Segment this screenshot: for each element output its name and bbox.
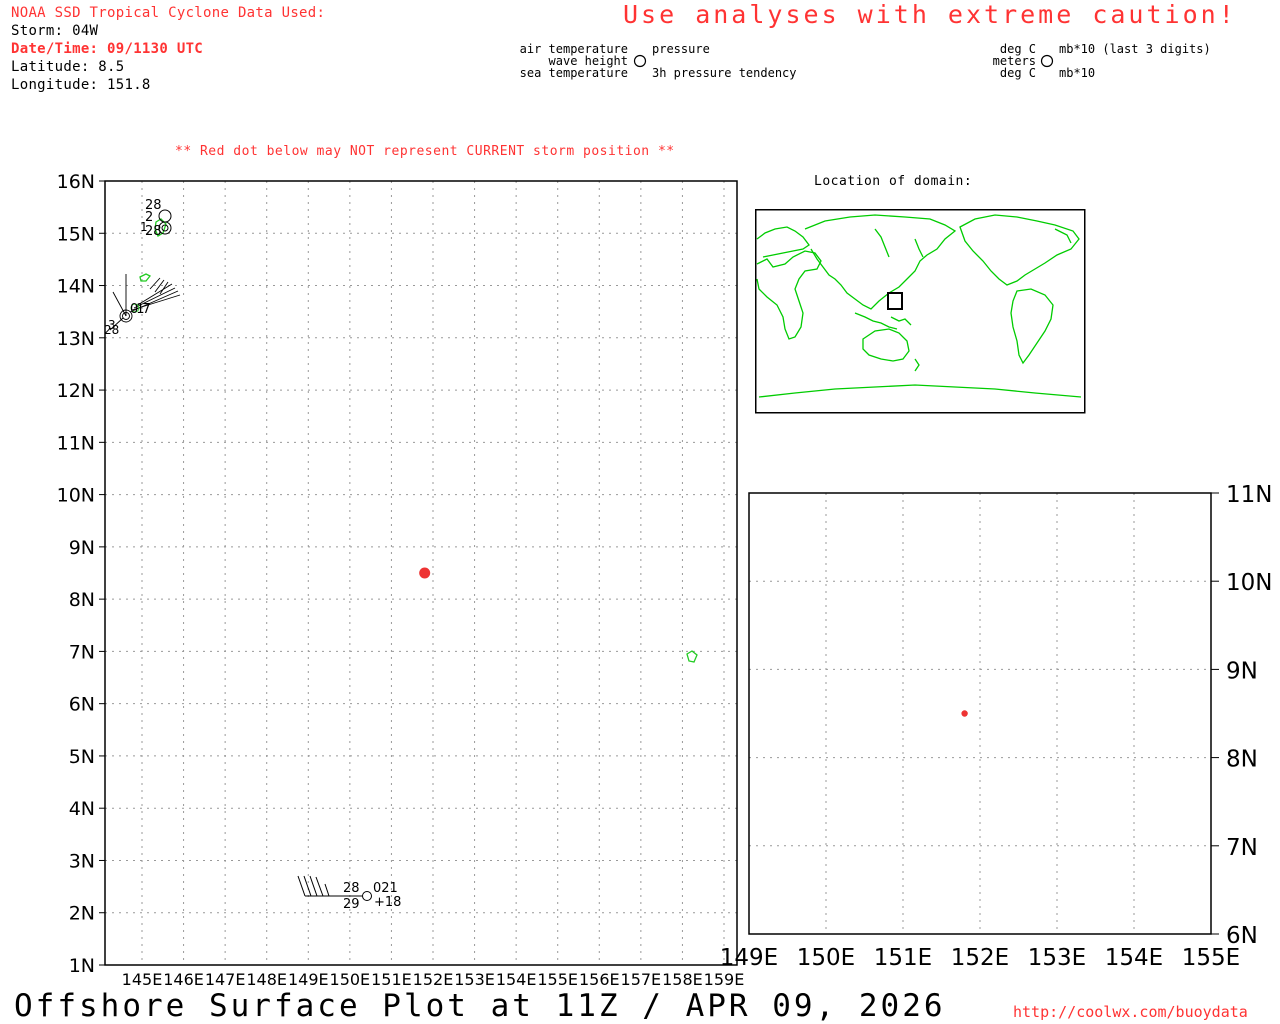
lon-tick-label: 151E — [874, 945, 932, 971]
zoom-map-lon-labels: 149E 150E 151E 152E 153E 154E 155E — [720, 945, 1240, 971]
storm-position-dot-zoom — [961, 710, 968, 717]
lat-tick-label: 10N — [1226, 570, 1272, 596]
source-url[interactable]: http://coolwx.com/buoydata — [1013, 1003, 1248, 1021]
lat-tick-label: 9N — [1226, 658, 1258, 684]
lat-tick-label: 11N — [1226, 482, 1272, 508]
lat-tick-label: 7N — [1226, 835, 1258, 861]
lon-tick-label: 150E — [797, 945, 855, 971]
lon-tick-label: 155E — [1182, 945, 1240, 971]
zoom-surface-map: 6N7N8N9N10N11N 149E 150E 151E 152E 153E 154E 1… — [720, 482, 1273, 971]
zoom-map-grid — [748, 492, 1219, 935]
lon-tick-label: 153E — [1028, 945, 1086, 971]
plot-title: Offshore Surface Plot at 11Z / APR 09, 2… — [14, 988, 946, 1024]
zoom-map-frame — [748, 492, 1212, 935]
lat-tick-label: 8N — [1226, 747, 1258, 773]
lon-tick-label: 154E — [1105, 945, 1163, 971]
lon-tick-label: 149E — [720, 945, 778, 971]
zoom-map-lat-labels: 6N7N8N9N10N11N — [1226, 482, 1272, 949]
lon-tick-label: 152E — [951, 945, 1009, 971]
